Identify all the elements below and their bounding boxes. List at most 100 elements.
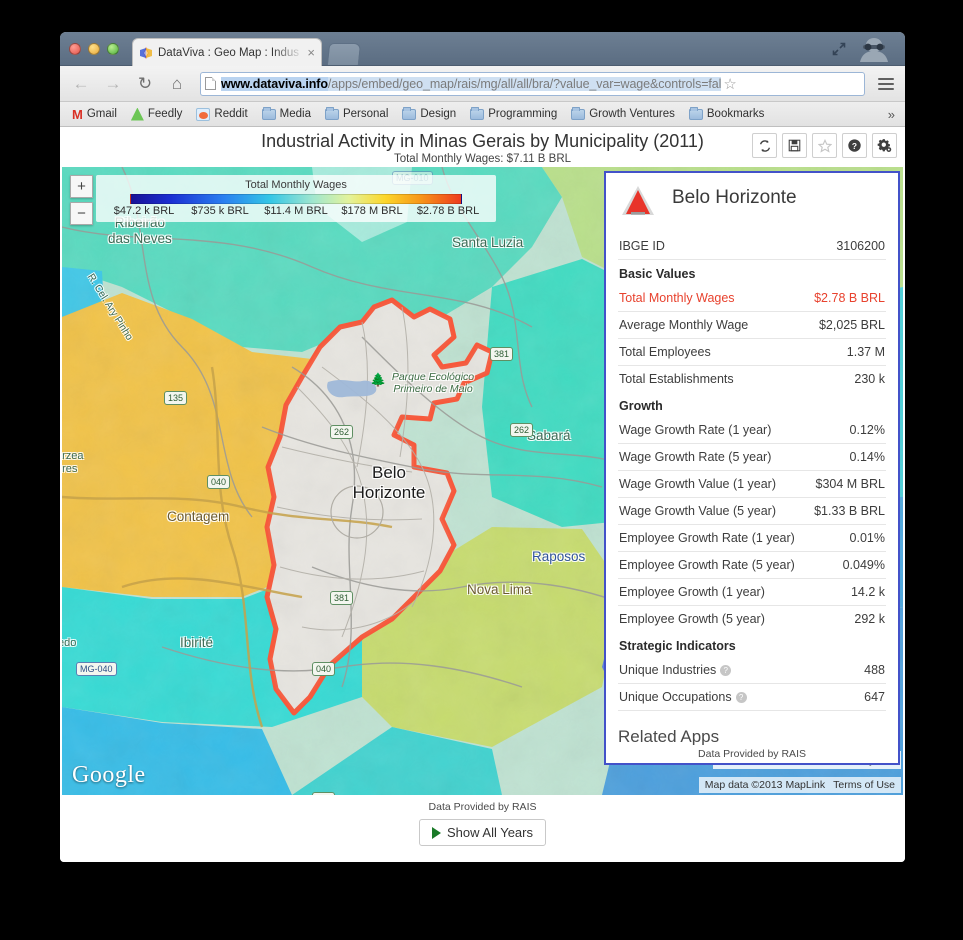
window-close-button[interactable]: [69, 43, 81, 55]
highway-shield: MG-040: [76, 662, 117, 676]
bookmark-media[interactable]: Media: [256, 106, 317, 122]
row-label: IBGE ID: [619, 239, 665, 253]
home-button[interactable]: ⌂: [164, 71, 190, 97]
browser-tabstrip: DataViva : Geo Map : Indus ×: [60, 32, 905, 66]
panel-row-employee-growth-1y: Employee Growth (1 year) 14.2 k: [618, 579, 886, 606]
region-info-content: Belo Horizonte IBGE ID 3106200 Basic Val…: [606, 173, 898, 763]
help-icon[interactable]: ?: [735, 692, 747, 703]
panel-row-unique-industries: Unique Industries? 488: [618, 657, 886, 684]
bookmark-label: Programming: [488, 108, 558, 120]
back-button[interactable]: ←: [68, 71, 94, 97]
new-tab-button[interactable]: [326, 43, 362, 65]
map-label-edo: edo: [62, 637, 77, 649]
panel-row-employee-growth-rate-5y: Employee Growth Rate (5 year) 0.049%: [618, 552, 886, 579]
bookmark-label: Feedly: [147, 108, 183, 120]
zoom-in-button[interactable]: +: [70, 175, 93, 198]
incognito-icon: [855, 36, 893, 64]
close-icon[interactable]: ×: [304, 45, 315, 60]
feedly-icon: [130, 107, 144, 121]
row-value: 3106200: [836, 239, 885, 253]
map-legend: Total Monthly Wages $47.2 k BRL $735 k B…: [96, 175, 496, 222]
panel-title: Belo Horizonte: [672, 187, 797, 208]
browser-window: DataViva : Geo Map : Indus × ← → ↻ ⌂ www…: [60, 32, 905, 862]
row-value: 0.12%: [849, 423, 885, 437]
window-zoom-button[interactable]: [107, 43, 119, 55]
highway-shield: 040: [207, 475, 231, 489]
row-label: Unique Occupations?: [619, 690, 747, 704]
panel-row-wage-growth-rate-1y: Wage Growth Rate (1 year) 0.12%: [618, 417, 886, 444]
folder-icon: [324, 106, 339, 120]
map-label-belo-horizonte: Belo Horizonte: [352, 463, 426, 502]
folder-icon: [261, 106, 276, 120]
dataviva-app: Industrial Activity in Minas Gerais by M…: [60, 127, 905, 862]
panel-header: Belo Horizonte: [618, 173, 886, 233]
panel-row-average-monthly-wage: Average Monthly Wage $2,025 BRL: [618, 312, 886, 339]
row-label: Total Establishments: [619, 372, 734, 386]
row-value: $2,025 BRL: [818, 318, 885, 332]
help-button[interactable]: ?: [842, 133, 867, 158]
zoom-out-button[interactable]: −: [70, 202, 93, 225]
panel-row-wage-growth-value-1y: Wage Growth Value (1 year) $304 M BRL: [618, 471, 886, 498]
row-value: 292 k: [854, 612, 885, 626]
row-label: Employee Growth (5 year): [619, 612, 765, 626]
browser-tab[interactable]: DataViva : Geo Map : Indus ×: [132, 38, 322, 66]
bookmark-feedly[interactable]: Feedly: [125, 106, 189, 123]
favorite-button[interactable]: [812, 133, 837, 158]
legend-tick: $47.2 k BRL: [113, 205, 175, 217]
play-icon: [431, 826, 441, 839]
panel-row-wage-growth-value-5y: Wage Growth Value (5 year) $1.33 B BRL: [618, 498, 886, 525]
bookmark-design[interactable]: Design: [396, 106, 462, 122]
reddit-icon: [196, 107, 211, 121]
panel-row-total-monthly-wages: Total Monthly Wages $2.78 B BRL: [618, 285, 886, 312]
app-toolbar: ?: [752, 133, 897, 158]
panel-row-employee-growth-rate-1y: Employee Growth Rate (1 year) 0.01%: [618, 525, 886, 552]
map-data-credit: Map data ©2013 MapLink: [704, 779, 826, 791]
section-heading-basic-values: Basic Values: [619, 267, 696, 281]
dataviva-favicon-icon: [139, 46, 153, 60]
bookmark-label: Personal: [342, 108, 389, 120]
panel-row-ibge-id: IBGE ID 3106200: [618, 233, 886, 260]
bookmark-bookmarks[interactable]: Bookmarks: [683, 106, 771, 122]
bookmark-label: Growth Ventures: [589, 108, 675, 120]
address-bar[interactable]: www.dataviva.info/apps/embed/geo_map/rai…: [200, 71, 865, 96]
folder-icon: [470, 106, 485, 120]
bookmark-reddit[interactable]: Reddit: [190, 106, 253, 123]
bookmarks-overflow-button[interactable]: »: [888, 107, 899, 122]
legend-tick: $178 M BRL: [341, 205, 403, 217]
url-host: www.dataviva.info: [221, 76, 328, 91]
row-label: Employee Growth (1 year): [619, 585, 765, 599]
geo-map[interactable]: + − Total Monthly Wages $47.2 k BRL $735…: [62, 167, 903, 795]
browser-menu-button[interactable]: [875, 77, 897, 90]
settings-button[interactable]: [872, 133, 897, 158]
row-value: $1.33 B BRL: [814, 504, 885, 518]
data-credit: Data Provided by RAIS: [428, 801, 537, 813]
window-minimize-button[interactable]: [88, 43, 100, 55]
fullscreen-icon[interactable]: [831, 41, 847, 57]
show-all-years-button[interactable]: Show All Years: [418, 819, 546, 846]
map-label-parque-ecologico: Parque Ecológico Primeiro de Maio: [391, 371, 475, 395]
bookmark-personal[interactable]: Personal: [319, 106, 394, 122]
bookmark-star-icon[interactable]: ☆: [723, 75, 736, 93]
help-icon[interactable]: ?: [720, 665, 732, 676]
browser-tab-title: DataViva : Geo Map : Indus: [158, 46, 300, 59]
terms-of-use-link[interactable]: Terms of Use: [833, 779, 895, 791]
save-button[interactable]: [782, 133, 807, 158]
bookmark-growth-ventures[interactable]: Growth Ventures: [565, 106, 681, 122]
legend-gradient-bar: [130, 194, 462, 204]
forward-button[interactable]: →: [100, 71, 126, 97]
bookmark-gmail[interactable]: M Gmail: [66, 106, 123, 122]
row-value: 0.01%: [849, 531, 885, 545]
highway-shield: 262: [330, 425, 354, 439]
app-footer: Data Provided by RAIS Show All Years: [60, 795, 905, 846]
bookmarks-bar: M Gmail Feedly Reddit Media Personal Des…: [60, 102, 905, 127]
folder-icon: [571, 106, 586, 120]
google-watermark: Google: [72, 762, 146, 788]
section-heading-strategic-indicators: Strategic Indicators: [619, 639, 736, 653]
panel-row-wage-growth-rate-5y: Wage Growth Rate (5 year) 0.14%: [618, 444, 886, 471]
panel-row-unique-occupations: Unique Occupations? 647: [618, 684, 886, 711]
reload-button[interactable]: ↻: [132, 71, 158, 97]
map-label-santa-luzia: Santa Luzia: [452, 235, 524, 250]
svg-text:?: ?: [852, 141, 857, 151]
bookmark-programming[interactable]: Programming: [464, 106, 563, 122]
refresh-button[interactable]: [752, 133, 777, 158]
